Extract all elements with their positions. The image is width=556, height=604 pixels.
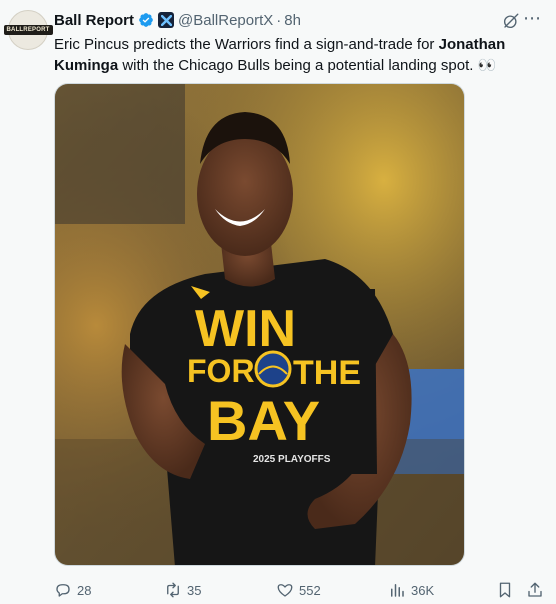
author-handle[interactable]: @BallReportX [178,12,273,29]
bookmark-button[interactable] [496,578,519,602]
post-timestamp[interactable]: 8h [284,12,301,29]
like-count: 552 [299,582,321,598]
author-avatar[interactable]: BALLREPORT [3,10,53,50]
tweet-text: Eric Pincus predicts the Warriors find a… [54,34,524,76]
grok-icon[interactable] [502,12,520,30]
shirt-line: FOR [187,353,255,389]
views-chart-icon [391,584,404,597]
like-button[interactable]: 552 [276,578,321,602]
tweet-text-part: Eric Pincus predicts the Warriors find a… [54,36,439,53]
shirt-line: BAY [207,389,320,452]
tweet-card[interactable]: BALLREPORT Ball Report @BallReportX · 8h… [0,0,556,604]
share-button[interactable] [526,578,549,602]
repost-count: 35 [187,582,202,598]
shirt-line: THE [293,354,361,392]
repost-button[interactable]: 35 [164,578,201,602]
tweet-header: Ball Report @BallReportX · 8h [54,10,301,30]
reply-button[interactable]: 28 [54,578,91,602]
shirt-footer: 2025 PLAYOFFS [253,454,331,465]
shirt-line: WIN [195,300,296,358]
reply-icon [56,584,70,597]
more-options-icon[interactable]: ⋯ [523,8,542,29]
views-count: 36K [411,582,435,598]
tweet-text-part: with the Chicago Bulls being a potential… [118,57,478,74]
eyes-emoji: 👀 [477,57,497,74]
affiliate-badge-icon [158,12,175,28]
header-separator: · [276,11,282,29]
heart-icon [277,584,293,597]
views-button[interactable]: 36K [388,578,434,602]
bookmark-icon [499,582,511,598]
photo-player-celebrating: WIN FOR THE BAY 2025 PLAYOFFS [55,84,464,565]
reply-count: 28 [77,582,92,598]
avatar-logo-text: BALLREPORT [3,25,53,35]
share-icon [528,582,542,597]
tweet-photo[interactable]: WIN FOR THE BAY 2025 PLAYOFFS [54,83,465,566]
verified-badge-icon [139,13,153,27]
action-bar: 28 35 552 36K [54,578,550,602]
author-name[interactable]: Ball Report [54,12,134,29]
repost-icon [167,582,179,598]
